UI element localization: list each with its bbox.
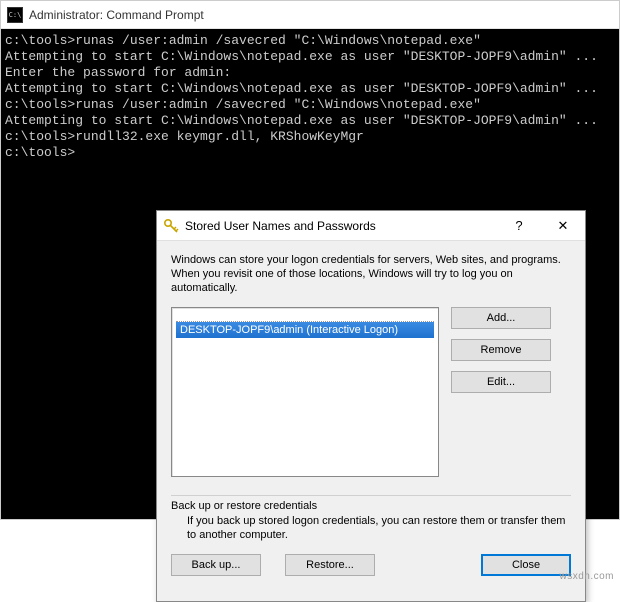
terminal-line: Attempting to start C:\Windows\notepad.e… — [5, 81, 615, 97]
dialog-titlebar[interactable]: Stored User Names and Passwords ? ✕ — [157, 211, 585, 241]
list-separator — [176, 312, 434, 322]
dialog-body: Windows can store your logon credentials… — [157, 241, 585, 586]
remove-button[interactable]: Remove — [451, 339, 551, 361]
credentials-listbox[interactable]: DESKTOP-JOPF9\admin (Interactive Logon) — [171, 307, 439, 477]
dialog-intro-text: Windows can store your logon credentials… — [171, 253, 571, 295]
restore-button[interactable]: Restore... — [285, 554, 375, 576]
backup-group-text: If you back up stored logon credentials,… — [171, 512, 571, 542]
key-icon — [163, 218, 179, 234]
stored-credentials-dialog: Stored User Names and Passwords ? ✕ Wind… — [156, 210, 586, 602]
terminal-line: c:\tools>rundll32.exe keymgr.dll, KRShow… — [5, 129, 615, 145]
cmd-titlebar[interactable]: C:\ Administrator: Command Prompt — [1, 1, 619, 29]
terminal-line: c:\tools> — [5, 145, 615, 161]
cmd-title: Administrator: Command Prompt — [29, 8, 204, 22]
close-window-button[interactable]: ✕ — [541, 211, 585, 240]
dialog-title: Stored User Names and Passwords — [185, 219, 497, 233]
terminal-line: Enter the password for admin: — [5, 65, 615, 81]
edit-button[interactable]: Edit... — [451, 371, 551, 393]
watermark: wsxdn.com — [559, 571, 614, 582]
backup-button[interactable]: Back up... — [171, 554, 261, 576]
terminal-line: Attempting to start C:\Windows\notepad.e… — [5, 49, 615, 65]
terminal-line: Attempting to start C:\Windows\notepad.e… — [5, 113, 615, 129]
divider — [171, 495, 571, 496]
add-button[interactable]: Add... — [451, 307, 551, 329]
terminal-line: c:\tools>runas /user:admin /savecred "C:… — [5, 33, 615, 49]
cmd-icon: C:\ — [7, 7, 23, 23]
backup-group-title: Back up or restore credentials — [171, 500, 571, 512]
terminal-line: c:\tools>runas /user:admin /savecred "C:… — [5, 97, 615, 113]
help-button[interactable]: ? — [497, 211, 541, 240]
close-button[interactable]: Close — [481, 554, 571, 576]
list-item[interactable]: DESKTOP-JOPF9\admin (Interactive Logon) — [176, 322, 434, 338]
